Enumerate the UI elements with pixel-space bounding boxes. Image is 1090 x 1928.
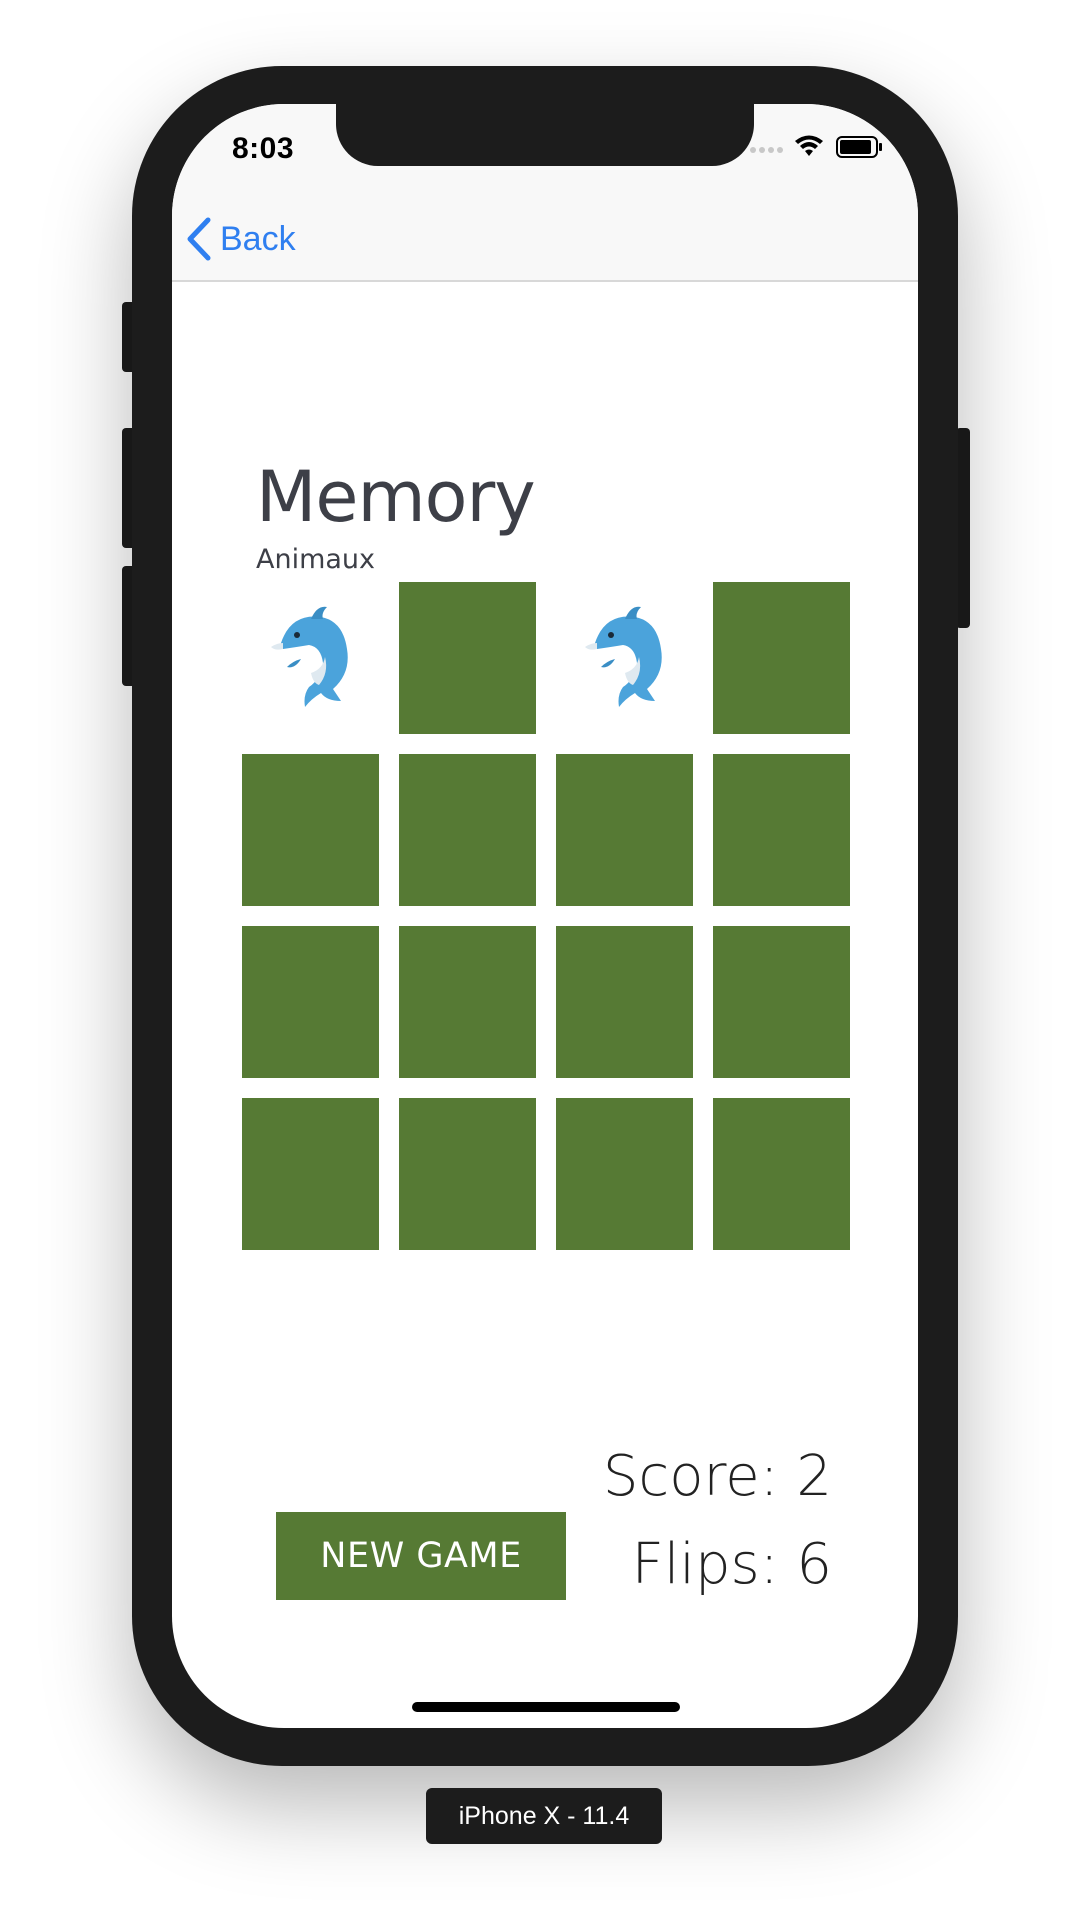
card-hidden[interactable]	[556, 754, 693, 906]
card-hidden[interactable]	[399, 754, 536, 906]
page-subtitle: Animaux	[256, 544, 376, 575]
new-game-button[interactable]: NEW GAME	[276, 1512, 566, 1600]
dolphin-icon	[270, 606, 348, 707]
card-hidden[interactable]	[556, 1098, 693, 1250]
battery-icon	[836, 136, 882, 158]
status-time: 8:03	[232, 132, 295, 165]
back-button-label: Back	[220, 219, 296, 258]
app-screen: Back 8:03 Memory Animaux NEW GAME Score:…	[172, 104, 918, 1728]
signal-icon	[750, 147, 783, 153]
card-dolphin[interactable]	[556, 582, 693, 734]
card-grid	[242, 582, 850, 1250]
back-button[interactable]: Back	[186, 216, 296, 262]
device-notch	[336, 104, 754, 166]
card-hidden[interactable]	[713, 926, 850, 1078]
page-title: Memory	[256, 456, 536, 538]
score-label: Score: 2	[602, 1444, 832, 1509]
dolphin-icon	[584, 606, 662, 707]
card-hidden[interactable]	[399, 1098, 536, 1250]
card-hidden[interactable]	[399, 582, 536, 734]
home-indicator	[412, 1702, 680, 1712]
power-button	[956, 428, 970, 628]
wifi-icon	[795, 135, 823, 156]
status-icons	[750, 134, 890, 164]
chevron-left-icon	[187, 217, 211, 261]
card-hidden[interactable]	[242, 754, 379, 906]
simulator-device-label: iPhone X - 11.4	[426, 1788, 662, 1844]
card-hidden[interactable]	[242, 926, 379, 1078]
card-hidden[interactable]	[399, 926, 536, 1078]
card-hidden[interactable]	[713, 582, 850, 734]
card-hidden[interactable]	[242, 1098, 379, 1250]
card-hidden[interactable]	[713, 1098, 850, 1250]
card-hidden[interactable]	[713, 754, 850, 906]
card-hidden[interactable]	[556, 926, 693, 1078]
card-dolphin[interactable]	[242, 582, 379, 734]
flips-label: Flips: 6	[631, 1532, 832, 1597]
